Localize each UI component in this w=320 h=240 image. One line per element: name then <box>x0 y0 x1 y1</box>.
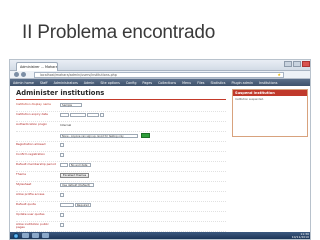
nav-item-admin-home[interactable]: Admin home <box>13 81 34 85</box>
title-divider <box>16 99 226 100</box>
form-row: Stylesheet Use default (Default) <box>16 182 226 192</box>
clock[interactable]: 11:30 10/11/2010 <box>292 233 309 238</box>
browser-tab[interactable]: Administrer ... Mahara <box>16 62 58 71</box>
url-text: localhost/mahara/admin/users/institution… <box>40 73 117 77</box>
bookmark-star-icon[interactable]: ★ <box>277 73 281 77</box>
taskbar: 11:30 10/11/2010 <box>10 232 310 239</box>
public-pages-checkbox[interactable] <box>60 223 64 227</box>
membership-period-input[interactable] <box>60 163 68 167</box>
form-row: Authentication plugin Internal <box>16 122 226 132</box>
nav-item-menu[interactable]: Menu <box>182 81 191 85</box>
stylesheet-label: Stylesheet <box>16 182 32 186</box>
auth-instance-field: None - Anyone can sign up. Good for test… <box>60 133 150 138</box>
form-row: Update user quotas <box>16 212 226 222</box>
slide: II Problema encontrado Administrer ... M… <box>0 0 320 240</box>
confirm-registration-label: Confirm registration <box>16 152 45 156</box>
clock-date: 10/11/2010 <box>291 234 309 239</box>
expiry-year-select[interactable] <box>86 113 99 117</box>
stylesheet-select[interactable]: Use default (Default) <box>60 183 94 187</box>
suspend-body: Institution suspended. <box>235 98 264 101</box>
default-quota-field: Required <box>60 203 91 207</box>
nav-item-staff[interactable]: Staff <box>40 81 48 85</box>
form-row: Institution display name Sample <box>16 102 226 112</box>
browser-nav <box>14 72 26 77</box>
browser-icon[interactable] <box>32 233 39 238</box>
form-row: Allow institution public pages <box>16 222 226 232</box>
form-row: Allow profile access <box>16 192 226 202</box>
display-name-input[interactable]: Sample <box>60 103 82 107</box>
suspend-institution-box: Suspend institution Institution suspende… <box>232 89 308 137</box>
registration-allowed-checkbox[interactable] <box>60 143 64 147</box>
browser-titlebar: Administrer ... Mahara <box>10 60 310 71</box>
nav-item-collections[interactable]: Collections <box>158 81 176 85</box>
explorer-icon[interactable] <box>22 233 29 238</box>
window-controls <box>284 61 310 67</box>
default-quota-input[interactable] <box>60 203 74 207</box>
main-nav: Admin home Staff Administrators Admin Si… <box>10 79 310 86</box>
default-quota-label: Default quota <box>16 202 36 206</box>
slide-title: II Problema encontrado <box>22 22 216 43</box>
confirm-registration-checkbox[interactable] <box>60 153 64 157</box>
nav-item-institutions[interactable]: Institutions <box>259 81 277 85</box>
forward-icon[interactable] <box>21 72 26 77</box>
nav-item-plugin-admin[interactable]: Plugin admin <box>232 81 253 85</box>
update-quotas-checkbox[interactable] <box>60 213 64 217</box>
institution-form: Administer institutions Institution disp… <box>16 89 226 235</box>
profile-access-checkbox[interactable] <box>60 193 64 197</box>
theme-label: Theme <box>16 172 26 176</box>
maximize-icon[interactable] <box>293 61 301 67</box>
display-name-label: Institution display name <box>16 102 51 106</box>
registration-allowed-field <box>60 143 64 147</box>
registration-allowed-label: Registration allowed <box>16 142 46 146</box>
display-name-field: Sample <box>60 103 82 107</box>
expiry-date-field <box>60 113 104 117</box>
nav-item-site-options[interactable]: Site options <box>100 81 120 85</box>
membership-period-select[interactable]: No end date <box>68 163 91 167</box>
auth-instance-select[interactable]: None - Anyone can sign up. Good for test… <box>60 133 138 138</box>
auth-plugin-label: Authentication plugin <box>16 122 48 126</box>
nav-item-administrators[interactable]: Administrators <box>54 81 78 85</box>
nav-item-statistics[interactable]: Statistics <box>210 81 225 85</box>
expiry-not-specified-checkbox[interactable] <box>99 113 104 117</box>
membership-period-field: No end date <box>60 163 91 167</box>
address-bar-row: localhost/mahara/admin/users/institution… <box>10 71 310 79</box>
nav-item-config[interactable]: Config <box>126 81 137 85</box>
confirm-registration-field <box>60 153 64 157</box>
profile-access-field <box>60 193 64 197</box>
form-row: Confirm registration <box>16 152 226 162</box>
form-row: Institution expiry date <box>16 112 226 122</box>
form-row: Default quota Required <box>16 202 226 212</box>
public-pages-field <box>60 223 64 227</box>
nav-item-files[interactable]: Files <box>197 81 204 85</box>
back-icon[interactable] <box>14 72 19 77</box>
theme-select[interactable]: Excellent themes <box>60 173 90 178</box>
theme-field: Excellent themes <box>60 173 90 178</box>
expiry-date-label: Institution expiry date <box>16 112 48 116</box>
nav-item-pages[interactable]: Pages <box>142 81 152 85</box>
nav-item-admin[interactable]: Admin <box>84 81 95 85</box>
close-icon[interactable] <box>302 61 310 67</box>
membership-period-label: Default membership period <box>16 162 56 166</box>
update-quotas-label: Update user quotas <box>16 212 45 216</box>
auth-plugin-value[interactable]: Internal <box>60 123 71 127</box>
minimize-icon[interactable] <box>284 61 292 67</box>
expiry-month-select[interactable] <box>69 113 86 117</box>
page-title: Administer institutions <box>16 89 105 97</box>
form-row: Default membership period No end date <box>16 162 226 172</box>
profile-access-label: Allow profile access <box>16 192 45 196</box>
default-quota-unit-select[interactable]: Required <box>74 203 91 207</box>
add-auth-button[interactable] <box>140 133 150 138</box>
form-row: None - Anyone can sign up. Good for test… <box>16 132 226 142</box>
expiry-day-select[interactable] <box>60 113 69 117</box>
public-pages-label: Allow institution public pages <box>16 222 49 230</box>
media-icon[interactable] <box>42 233 49 238</box>
update-quotas-field <box>60 213 64 217</box>
form-row: Registration allowed <box>16 142 226 152</box>
start-icon[interactable] <box>13 232 19 239</box>
browser-screenshot: Administrer ... Mahara localhost/mahara/… <box>9 59 311 240</box>
stylesheet-field: Use default (Default) <box>60 183 94 187</box>
form-row: Theme Excellent themes <box>16 172 226 182</box>
url-input[interactable]: localhost/mahara/admin/users/institution… <box>34 72 284 78</box>
